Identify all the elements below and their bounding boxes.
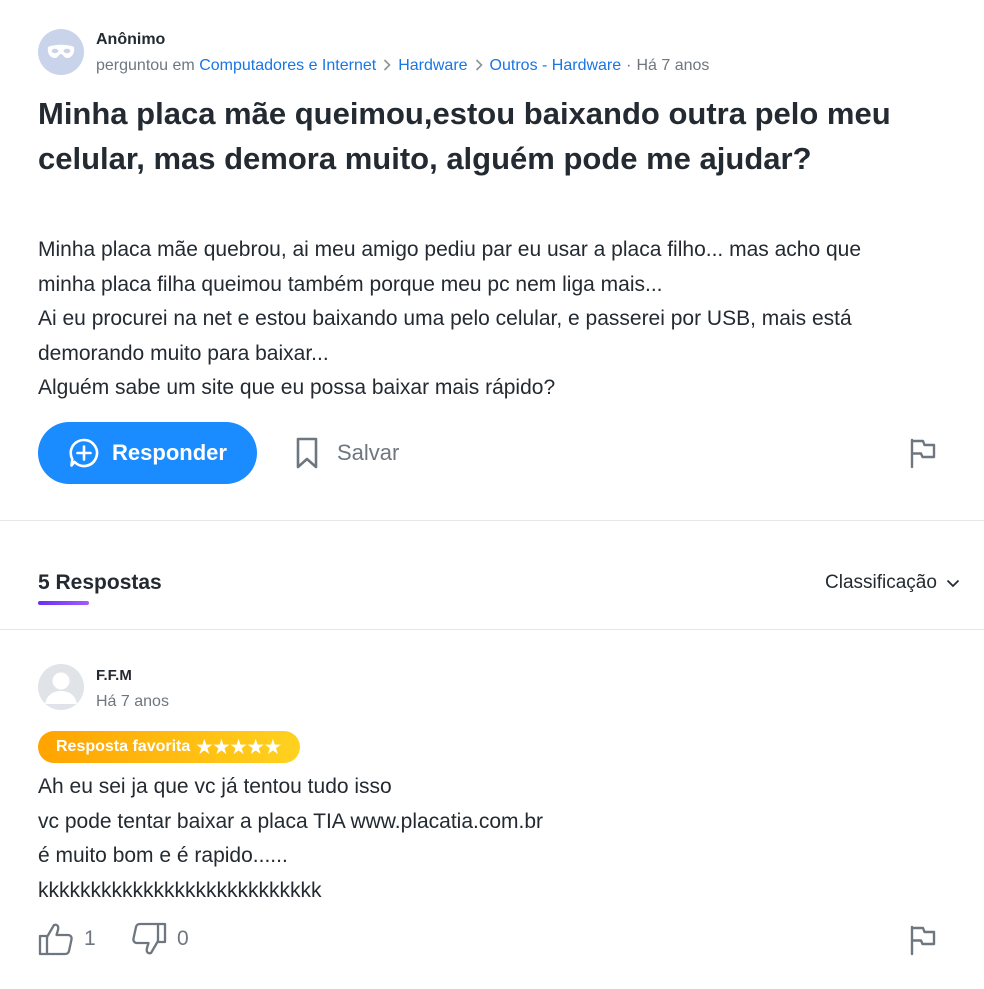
question-body-line: Alguém sabe um site que eu possa baixar …: [38, 376, 556, 399]
answer-body-line: é muito bom e é rapido......: [38, 844, 288, 867]
question-title: Minha placa mãe queimou,estou baixando o…: [38, 96, 891, 176]
user-icon: [38, 664, 84, 710]
sort-label: Classificação: [825, 572, 937, 593]
breadcrumb-outros-hardware[interactable]: Outros - Hardware: [490, 57, 622, 75]
answer-body-line: vc pode tentar baixar a placa TIA www.pl…: [38, 809, 544, 833]
save-button-label: Salvar: [337, 440, 400, 465]
answers-divider: [0, 629, 984, 630]
favorite-answer-badge: Resposta favorita ★★★★★: [38, 731, 300, 763]
breadcrumb-computadores[interactable]: Computadores e Internet: [199, 57, 376, 75]
answer-body-line: kkkkkkkkkkkkkkkkkkkkkkkkkkk: [38, 878, 322, 902]
question-author: Anônimo: [96, 31, 166, 48]
chevron-right-icon: [475, 58, 483, 74]
answers-tab-underline: [38, 601, 89, 605]
chevron-right-icon: [383, 58, 391, 74]
question-body-line: Ai eu procurei na net e estou baixando u…: [38, 307, 852, 330]
answer-time: Há 7 anos: [96, 693, 169, 710]
answer-author-avatar: [38, 664, 84, 710]
section-divider: [0, 520, 984, 521]
answer-body-line: Ah eu sei ja que vc já tentou tudo isso: [38, 775, 392, 798]
like-button[interactable]: 1: [38, 922, 96, 956]
question-body-line: demorando muito para baixar...: [38, 341, 329, 365]
mask-icon: [46, 44, 76, 60]
answers-count: 5 Respostas: [38, 571, 162, 594]
question-time: Há 7 anos: [636, 57, 710, 74]
answer-author: F.F.M: [96, 667, 132, 684]
thumbs-down-icon: [131, 922, 167, 956]
report-answer-flag[interactable]: [907, 924, 939, 956]
anonymous-avatar: [38, 29, 84, 75]
question-body: Minha placa mãe quebrou, ai meu amigo pe…: [38, 233, 958, 406]
question-meta: perguntou em Computadores e Internet Har…: [96, 57, 710, 75]
like-count: 1: [84, 927, 96, 950]
dislike-count: 0: [177, 927, 189, 950]
save-button[interactable]: Salvar: [294, 430, 399, 476]
thumbs-up-icon: [38, 922, 74, 956]
flag-icon: [907, 437, 939, 469]
question-body-line: minha placa filha queimou também porque …: [38, 272, 663, 296]
bookmark-icon: [294, 436, 320, 470]
plus-circle-icon: [68, 437, 100, 469]
dislike-button[interactable]: 0: [131, 922, 189, 956]
badge-label: Resposta favorita: [56, 738, 191, 755]
breadcrumb-hardware[interactable]: Hardware: [398, 57, 467, 75]
respond-button[interactable]: Responder: [38, 422, 257, 484]
asked-prefix: perguntou em: [96, 57, 195, 74]
answer-body: Ah eu sei ja que vc já tentou tudo isso …: [38, 770, 938, 908]
star-icon: ★★★★★: [196, 736, 282, 757]
chevron-down-icon: [946, 579, 960, 588]
flag-icon: [907, 924, 939, 956]
report-question-flag[interactable]: [907, 437, 939, 469]
respond-button-label: Responder: [112, 440, 227, 465]
sort-dropdown[interactable]: Classificação: [825, 572, 960, 594]
question-body-line: Minha placa mãe quebrou, ai meu amigo pe…: [38, 238, 861, 261]
